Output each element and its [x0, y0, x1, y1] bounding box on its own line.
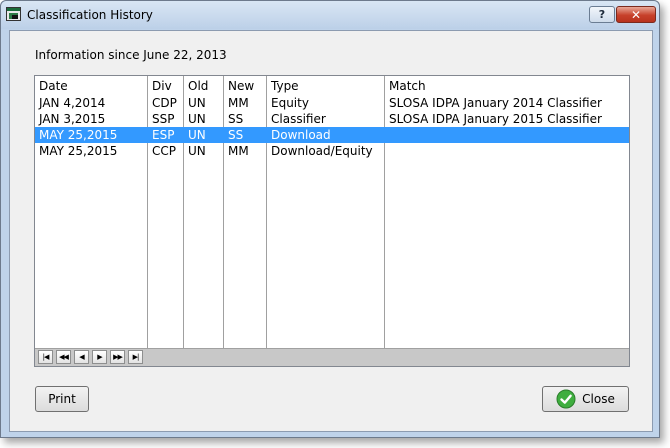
record-navigator: |◀ ◀◀ ◀ ▶ ▶▶ ▶| [35, 348, 629, 366]
first-record-icon: |◀ [42, 353, 50, 361]
cell-type: Equity [271, 96, 309, 110]
app-window-icon [6, 7, 21, 21]
print-button-label: Print [48, 392, 76, 406]
close-button-label: Close [582, 392, 615, 406]
prior-page-button[interactable]: ◀◀ [56, 350, 71, 364]
history-grid[interactable]: Date Div Old New Type Match JAN 4,2014 C… [34, 75, 630, 367]
cell-new: SS [228, 112, 244, 126]
cell-old: UN [188, 128, 206, 142]
close-icon: ✕ [630, 7, 642, 22]
cell-new: SS [228, 128, 244, 142]
header-new[interactable]: New [228, 79, 254, 93]
next-page-icon: ▶▶ [113, 353, 123, 361]
header-old[interactable]: Old [188, 79, 208, 93]
table-row[interactable]: JAN 3,2015 SSP UN SS Classifier SLOSA ID… [35, 111, 629, 127]
cell-type: Download [271, 128, 331, 142]
last-record-button[interactable]: ▶| [128, 350, 143, 364]
close-button[interactable]: Close [542, 386, 629, 412]
next-record-icon: ▶ [97, 353, 102, 361]
next-page-button[interactable]: ▶▶ [110, 350, 125, 364]
cell-match: SLOSA IDPA January 2014 Classifier [389, 96, 602, 110]
info-text: Information since June 22, 2013 [35, 48, 227, 62]
next-record-button[interactable]: ▶ [92, 350, 107, 364]
green-check-icon [556, 389, 576, 409]
cell-div: ESP [152, 128, 175, 142]
cell-new: MM [228, 144, 249, 158]
prior-page-icon: ◀◀ [59, 353, 69, 361]
title-bar: Classification History ? ✕ [1, 1, 659, 29]
cell-old: UN [188, 96, 206, 110]
last-record-icon: ▶| [132, 353, 140, 361]
cell-date: JAN 4,2014 [39, 96, 106, 110]
table-row[interactable]: JAN 4,2014 CDP UN MM Equity SLOSA IDPA J… [35, 95, 629, 111]
cell-div: CCP [152, 144, 176, 158]
cell-div: CDP [152, 96, 177, 110]
cell-old: UN [188, 112, 206, 126]
first-record-button[interactable]: |◀ [38, 350, 53, 364]
table-row[interactable]: MAY 25,2015 CCP UN MM Download/Equity [35, 143, 629, 159]
help-icon: ? [598, 8, 606, 21]
cell-date: JAN 3,2015 [39, 112, 106, 126]
header-type[interactable]: Type [271, 79, 299, 93]
window-close-button[interactable]: ✕ [616, 6, 656, 23]
print-button[interactable]: Print [35, 386, 89, 412]
header-date[interactable]: Date [39, 79, 68, 93]
cell-old: UN [188, 144, 206, 158]
window-title: Classification History [27, 8, 153, 22]
cell-date: MAY 25,2015 [39, 128, 118, 142]
cell-type: Download/Equity [271, 144, 373, 158]
prior-record-button[interactable]: ◀ [74, 350, 89, 364]
cell-match: SLOSA IDPA January 2015 Classifier [389, 112, 602, 126]
cell-div: SSP [152, 112, 175, 126]
header-match[interactable]: Match [389, 79, 426, 93]
header-div[interactable]: Div [152, 79, 172, 93]
prior-record-icon: ◀ [79, 353, 84, 361]
classification-history-window: Classification History ? ✕ Information s… [0, 0, 660, 438]
dialog-body: Information since June 22, 2013 Date Div… [9, 30, 653, 432]
cell-date: MAY 25,2015 [39, 144, 118, 158]
cell-new: MM [228, 96, 249, 110]
table-row-selected[interactable]: MAY 25,2015 ESP UN SS Download [35, 127, 629, 143]
cell-type: Classifier [271, 112, 326, 126]
help-button[interactable]: ? [589, 6, 615, 23]
